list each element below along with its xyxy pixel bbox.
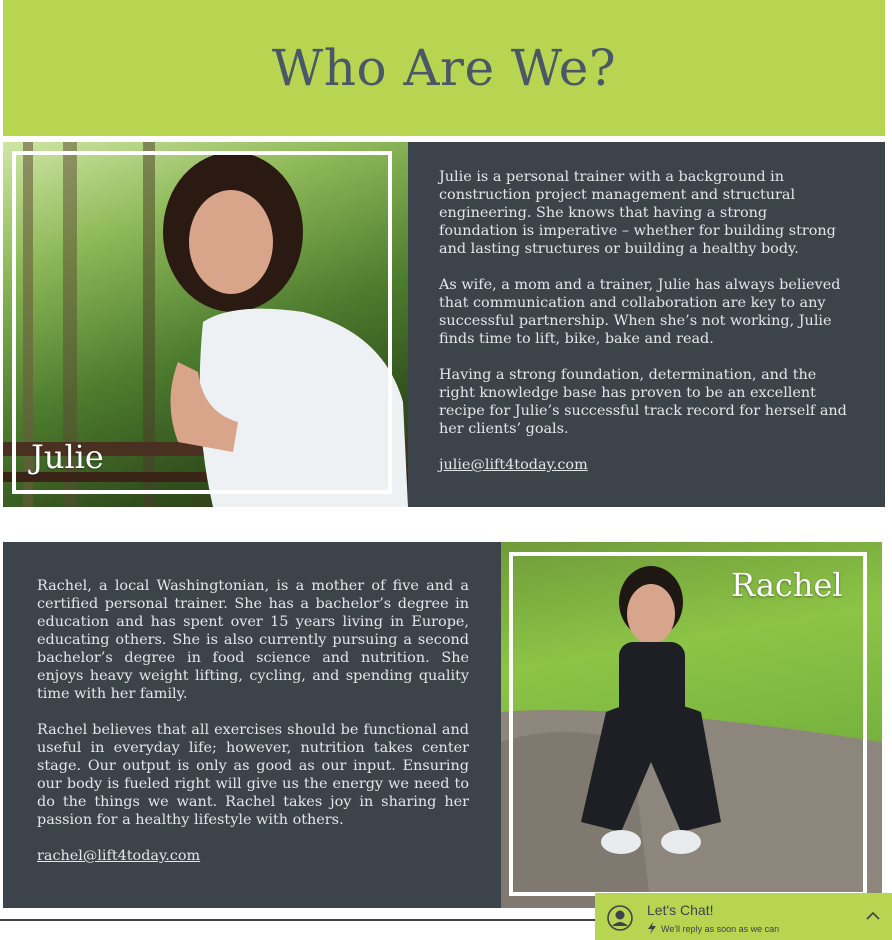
rachel-bio-panel: Rachel, a local Washingtonian, is a moth…: [3, 542, 501, 908]
avatar-icon: [607, 905, 633, 931]
rachel-bio-paragraph: Rachel, a local Washingtonian, is a moth…: [37, 578, 469, 702]
rachel-bio-paragraph: Rachel believes that all exercises shoul…: [37, 722, 469, 828]
lightning-icon: [648, 922, 656, 934]
julie-email-link[interactable]: julie@lift4today.com: [439, 457, 588, 473]
julie-bio-paragraph: Having a strong foundation, determinatio…: [439, 367, 847, 437]
julie-bio-paragraph: Julie is a personal trainer with a backg…: [439, 169, 836, 257]
chat-subtitle: We'll reply as soon as we can: [661, 924, 780, 934]
page-title: Who Are We?: [271, 39, 617, 97]
page-header: Who Are We?: [3, 0, 885, 136]
julie-bio-paragraph: As wife, a mom and a trainer, Julie has …: [439, 277, 841, 347]
julie-bio-panel: Julie is a personal trainer with a backg…: [408, 142, 885, 507]
chat-title: Let's Chat!: [647, 902, 714, 918]
julie-photo: Julie: [3, 142, 408, 507]
rachel-photo: Rachel: [501, 542, 882, 908]
julie-name-label: Julie: [31, 438, 104, 476]
rachel-email-link[interactable]: rachel@lift4today.com: [37, 848, 200, 864]
chat-widget[interactable]: Let's Chat! We'll reply as soon as we ca…: [595, 893, 892, 940]
rachel-name-label: Rachel: [731, 566, 843, 604]
chevron-up-icon[interactable]: [866, 911, 880, 921]
